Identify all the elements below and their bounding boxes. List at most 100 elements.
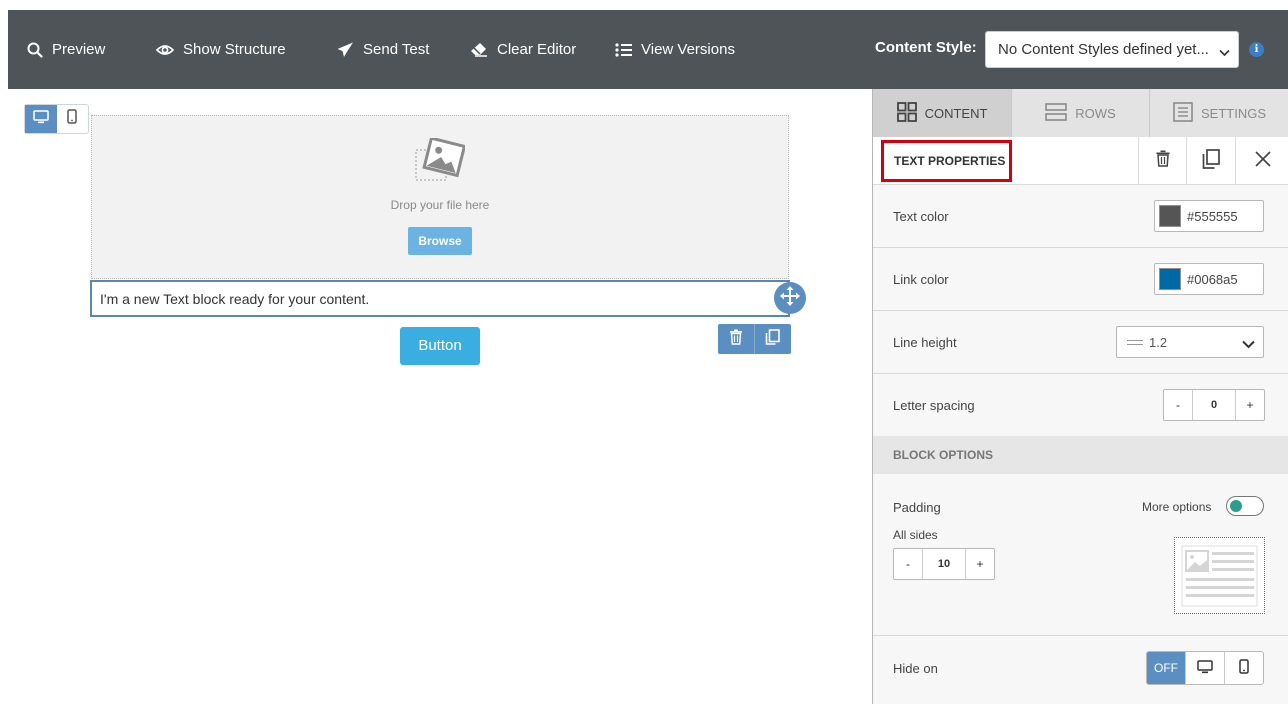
hide-off-button[interactable]: OFF bbox=[1147, 652, 1185, 684]
trash-icon bbox=[1156, 150, 1170, 172]
desktop-icon bbox=[1197, 659, 1213, 677]
line-height-label: Line height bbox=[893, 335, 957, 350]
all-sides-label: All sides bbox=[893, 528, 938, 542]
line-height-row: Line height 1.2 bbox=[873, 311, 1288, 374]
text-color-row: Text color #555555 bbox=[873, 185, 1288, 248]
move-handle[interactable] bbox=[774, 282, 806, 314]
padding-stepper: - 10 + bbox=[893, 548, 995, 580]
padding-preview bbox=[1174, 537, 1265, 614]
link-color-swatch[interactable] bbox=[1159, 268, 1181, 290]
desktop-icon bbox=[32, 109, 49, 129]
panel-title: TEXT PROPERTIES bbox=[881, 140, 1012, 182]
device-view-toggle bbox=[24, 104, 89, 134]
mobile-view-button[interactable] bbox=[57, 105, 89, 133]
drop-file-text: Drop your file here bbox=[390, 198, 490, 212]
more-options-toggle[interactable] bbox=[1226, 496, 1264, 516]
text-color-input[interactable]: #555555 bbox=[1154, 200, 1264, 232]
link-color-row: Link color #0068a5 bbox=[873, 248, 1288, 311]
paper-plane-icon bbox=[337, 42, 354, 58]
hide-mobile-button[interactable] bbox=[1224, 652, 1263, 684]
tab-settings-label: SETTINGS bbox=[1200, 105, 1266, 121]
desktop-view-button[interactable] bbox=[25, 105, 57, 133]
letter-spacing-label: Letter spacing bbox=[893, 398, 975, 413]
hide-on-group: OFF bbox=[1146, 651, 1264, 685]
show-structure-button[interactable]: Show Structure bbox=[156, 10, 286, 89]
block-actions bbox=[718, 324, 791, 354]
send-test-label: Send Test bbox=[363, 41, 430, 58]
content-style-value: No Content Styles defined yet... bbox=[998, 41, 1209, 58]
copy-icon bbox=[765, 328, 780, 350]
clear-editor-label: Clear Editor bbox=[497, 41, 577, 58]
preview-label: Preview bbox=[52, 41, 106, 58]
tab-rows[interactable]: ROWS bbox=[1011, 89, 1149, 137]
text-color-label: Text color bbox=[893, 209, 949, 224]
padding-decrement[interactable]: - bbox=[894, 549, 922, 579]
settings-doc-icon bbox=[1173, 101, 1193, 125]
padding-preview-icon bbox=[1181, 545, 1258, 607]
tab-content-label: CONTENT bbox=[924, 105, 988, 121]
text-color-value: #555555 bbox=[1187, 208, 1238, 224]
search-icon bbox=[27, 42, 43, 58]
hide-on-label: Hide on bbox=[893, 661, 938, 676]
hide-desktop-button[interactable] bbox=[1185, 652, 1224, 684]
image-drop-zone[interactable]: Drop your file here Browse bbox=[91, 115, 789, 279]
eye-icon bbox=[156, 43, 174, 57]
list-icon bbox=[615, 42, 632, 57]
letter-spacing-decrement[interactable]: - bbox=[1164, 390, 1192, 420]
trash-icon bbox=[729, 329, 743, 350]
duplicate-button[interactable] bbox=[1186, 137, 1234, 185]
tab-settings[interactable]: SETTINGS bbox=[1149, 89, 1288, 137]
more-options-label: More options bbox=[1142, 500, 1212, 514]
view-versions-button[interactable]: View Versions bbox=[615, 10, 735, 89]
toggle-knob bbox=[1230, 500, 1242, 512]
send-test-button[interactable]: Send Test bbox=[337, 10, 429, 89]
close-button[interactable] bbox=[1235, 137, 1288, 185]
text-color-swatch[interactable] bbox=[1159, 205, 1181, 227]
letter-spacing-row: Letter spacing - 0 + bbox=[873, 374, 1288, 436]
left-gutter bbox=[0, 89, 8, 704]
letter-spacing-value[interactable]: 0 bbox=[1192, 390, 1236, 420]
text-block[interactable]: I'm a new Text block ready for your cont… bbox=[90, 280, 790, 317]
block-options-header: BLOCK OPTIONS bbox=[873, 436, 1288, 474]
delete-block-button[interactable] bbox=[718, 324, 754, 354]
clear-editor-button[interactable]: Clear Editor bbox=[470, 10, 576, 89]
chevron-down-icon bbox=[1242, 337, 1255, 352]
link-color-label: Link color bbox=[893, 272, 949, 287]
padding-increment[interactable]: + bbox=[966, 549, 994, 579]
eraser-icon bbox=[470, 42, 488, 57]
link-color-input[interactable]: #0068a5 bbox=[1154, 263, 1264, 295]
line-height-icon bbox=[1127, 339, 1143, 345]
line-height-value: 1.2 bbox=[1149, 334, 1168, 350]
copy-icon bbox=[1202, 148, 1220, 174]
content-button[interactable]: Button bbox=[400, 327, 480, 365]
link-color-value: #0068a5 bbox=[1187, 271, 1238, 287]
top-strip bbox=[0, 0, 1288, 10]
grid-icon bbox=[896, 101, 917, 125]
chevron-down-icon bbox=[1219, 44, 1230, 61]
move-arrows-icon bbox=[779, 285, 801, 312]
view-versions-label: View Versions bbox=[641, 41, 735, 58]
delete-button[interactable] bbox=[1138, 137, 1186, 185]
image-placeholder-icon bbox=[415, 136, 467, 189]
properties-panel: CONTENT ROWS SETTINGS TEXT PROPERTIES Te… bbox=[872, 89, 1288, 704]
mobile-icon bbox=[1239, 659, 1249, 677]
browse-button[interactable]: Browse bbox=[408, 227, 472, 255]
letter-spacing-stepper: - 0 + bbox=[1163, 389, 1265, 421]
padding-value[interactable]: 10 bbox=[922, 549, 966, 579]
preview-button[interactable]: Preview bbox=[27, 10, 105, 89]
mobile-icon bbox=[67, 109, 77, 129]
line-height-select[interactable]: 1.2 bbox=[1116, 326, 1264, 358]
top-toolbar: Preview Show Structure Send Test Clear E… bbox=[8, 10, 1288, 89]
tab-rows-label: ROWS bbox=[1075, 105, 1116, 121]
duplicate-block-button[interactable] bbox=[754, 324, 790, 354]
content-style-select[interactable]: No Content Styles defined yet... bbox=[985, 31, 1239, 68]
padding-label: Padding bbox=[893, 500, 941, 515]
show-structure-label: Show Structure bbox=[183, 41, 286, 58]
content-style-label: Content Style: bbox=[875, 39, 977, 56]
rows-icon bbox=[1045, 102, 1068, 124]
properties-header: TEXT PROPERTIES bbox=[873, 137, 1288, 185]
info-icon[interactable]: i bbox=[1249, 42, 1264, 57]
panel-tabs: CONTENT ROWS SETTINGS bbox=[873, 89, 1288, 137]
tab-content[interactable]: CONTENT bbox=[873, 89, 1011, 137]
letter-spacing-increment[interactable]: + bbox=[1236, 390, 1264, 420]
